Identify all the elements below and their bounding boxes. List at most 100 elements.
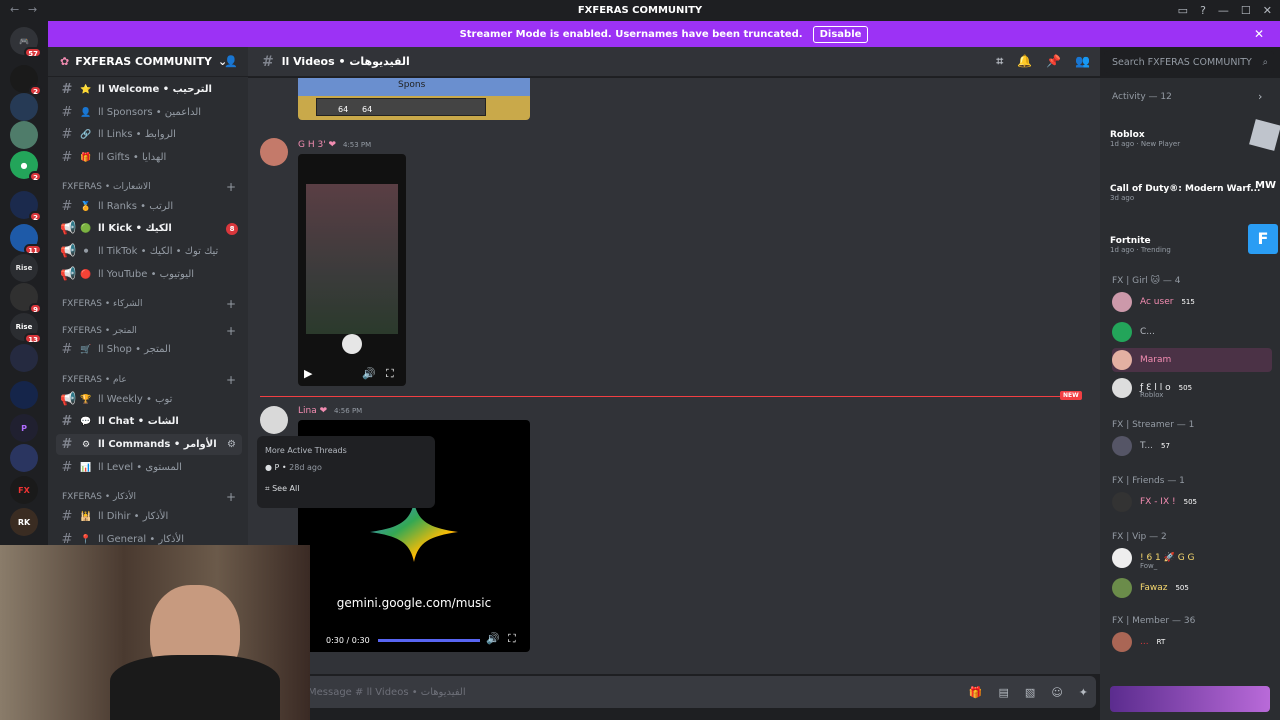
channel-level[interactable]: # 📊 ll Level • المستوى xyxy=(56,457,242,478)
activity-card[interactable]: Roblox 1d ago · New Player xyxy=(1110,118,1280,162)
channel-commands[interactable]: # ⚙ ll Commands • الأوامر ⚙ xyxy=(56,434,242,455)
server-icon[interactable] xyxy=(10,121,38,149)
member-item-highlighted[interactable] xyxy=(1110,686,1270,712)
server-icon[interactable]: 2 xyxy=(10,65,42,96)
channel-chat[interactable]: # 💬 ll Chat • الشات xyxy=(56,411,242,432)
settings-gear-icon[interactable]: ⚙ xyxy=(227,439,236,450)
server-name: FXFERAS COMMUNITY xyxy=(75,55,212,68)
game-screenshot-embed[interactable]: Spons 64 64 xyxy=(298,78,530,120)
channel-sponsors[interactable]: # 👤 ll Sponsors • الداعمين xyxy=(56,102,242,123)
server-icon[interactable]: 11 xyxy=(10,224,42,255)
channel-label: ll Links • الروابط xyxy=(98,129,176,140)
member-item[interactable]: FX - IX ! 505 xyxy=(1112,490,1272,514)
fullscreen-icon[interactable]: ⛶ xyxy=(508,632,516,646)
help-icon[interactable]: ? xyxy=(1200,4,1206,17)
video-progress-bar[interactable] xyxy=(378,639,480,642)
member-item[interactable]: Ac user 515 xyxy=(1112,290,1272,314)
record-button[interactable] xyxy=(342,334,362,354)
hash-icon: # xyxy=(61,82,73,97)
video-player[interactable]: ▶ 🔊 ⛶ xyxy=(298,154,406,386)
emoji-icon[interactable]: ☺ xyxy=(1051,686,1062,699)
server-icon[interactable]: RK xyxy=(10,508,38,536)
channel-youtube[interactable]: 📢 🔴 ll YouTube • اليوتيوب xyxy=(56,264,242,285)
member-status: Roblox xyxy=(1140,391,1164,399)
inbox-icon[interactable]: ▭ xyxy=(1178,4,1188,17)
server-icon[interactable]: 2 xyxy=(10,191,42,222)
member-tag: 505 xyxy=(1183,498,1197,506)
add-channel-icon[interactable]: + xyxy=(226,490,236,504)
activity-tag: New Player xyxy=(1140,140,1181,148)
server-icon[interactable] xyxy=(10,444,38,472)
member-item[interactable]: ... RT xyxy=(1112,630,1272,654)
member-item[interactable]: T... 57 xyxy=(1112,434,1272,458)
channel-gifts[interactable]: # 🎁 ll Gifts • الهدايا xyxy=(56,147,242,168)
message-composer[interactable]: Message # ll Videos • الفيديوهات 🎁 ▤ ▧ ☺… xyxy=(298,676,1096,708)
channel-tiktok[interactable]: 📢 ⚫ ll TikTok • تيك توك • الكيك xyxy=(56,241,242,262)
forward-arrow-icon[interactable]: → xyxy=(28,3,37,16)
server-icon[interactable]: ● 2 xyxy=(10,151,42,182)
channel-links[interactable]: # 🔗 ll Links • الروابط xyxy=(56,124,242,145)
avatar[interactable] xyxy=(260,406,288,434)
activity-card[interactable]: Fortnite 1d ago · Trending F xyxy=(1110,224,1278,268)
back-arrow-icon[interactable]: ← xyxy=(10,3,19,16)
member-list-icon[interactable]: 👥 xyxy=(1075,54,1090,69)
server-icon[interactable]: P xyxy=(10,414,38,442)
channel-weekly[interactable]: 📢 🏆 ll Weekly • توب xyxy=(56,389,242,410)
chevron-right-icon[interactable]: › xyxy=(1258,90,1262,103)
server-icon[interactable]: Rise xyxy=(10,254,38,282)
close-window-icon[interactable]: ✕ xyxy=(1263,4,1272,17)
maximize-icon[interactable]: ☐ xyxy=(1241,4,1251,17)
see-all-link[interactable]: ⌗ See All xyxy=(265,484,427,494)
volume-icon[interactable]: 🔊 xyxy=(362,367,376,380)
activity-card[interactable]: Call of Duty®: Modern Warf... 3d ago MW xyxy=(1110,172,1276,216)
gift-icon[interactable]: 🎁 xyxy=(969,686,983,699)
server-icon[interactable] xyxy=(10,344,38,372)
member-item[interactable]: Maram xyxy=(1112,348,1272,372)
add-channel-icon[interactable]: + xyxy=(226,180,236,194)
server-header[interactable]: ✿ FXFERAS COMMUNITY ⌄ 👤 xyxy=(48,47,248,77)
channel-label: ll Sponsors • الداعمين xyxy=(98,107,202,118)
category-adhkar[interactable]: FXFERAS • الأذكار + xyxy=(62,489,242,505)
add-member-icon[interactable]: 👤 xyxy=(224,55,238,68)
member-item[interactable]: ƒ Ɛ l l o 505 xyxy=(1112,376,1272,400)
thread-item[interactable]: ● P • 28d ago xyxy=(265,463,427,472)
add-channel-icon[interactable]: + xyxy=(226,297,236,311)
channel-shop[interactable]: # 🛒 ll Shop • المتجر xyxy=(56,339,242,360)
server-icon[interactable]: FX xyxy=(10,476,38,504)
category-store[interactable]: FXFERAS • المتجر + xyxy=(62,323,242,339)
volume-icon[interactable]: 🔊 xyxy=(486,632,500,645)
banner-close-icon[interactable]: ✕ xyxy=(1254,27,1264,41)
channel-dihir[interactable]: # 🕌 ll Dihir • الأذكار xyxy=(56,506,242,527)
author-name[interactable]: G H 3' xyxy=(298,140,326,150)
threads-icon[interactable]: ⌗ xyxy=(996,54,1003,69)
search-input[interactable]: Search FXFERAS COMMUNITY ⌕ xyxy=(1104,51,1274,73)
category-notifications[interactable]: FXFERAS • الاشعارات + xyxy=(62,179,242,195)
server-icon[interactable] xyxy=(10,93,38,121)
discord-home-icon[interactable]: 🎮 57 xyxy=(10,27,42,58)
server-icon[interactable] xyxy=(10,381,38,409)
channel-ranks[interactable]: # 🏅 ll Ranks • الرتب xyxy=(56,196,242,217)
play-icon[interactable]: ▶ xyxy=(304,367,312,380)
category-partners[interactable]: FXFERAS • الشركاء + xyxy=(62,296,242,312)
disable-button[interactable]: Disable xyxy=(812,25,869,43)
sticker-icon[interactable]: ▧ xyxy=(1025,686,1035,699)
category-general[interactable]: FXFERAS • عام + xyxy=(62,372,242,388)
member-item[interactable]: C... xyxy=(1112,320,1272,344)
minimize-icon[interactable]: — xyxy=(1218,4,1229,17)
add-channel-icon[interactable]: + xyxy=(226,324,236,338)
fullscreen-icon[interactable]: ⛶ xyxy=(386,367,394,381)
server-icon[interactable]: 9 xyxy=(10,283,42,314)
notification-bell-icon[interactable]: 🔔 xyxy=(1017,54,1032,69)
author-name[interactable]: Lina xyxy=(298,406,317,416)
server-icon[interactable]: Rise 13 xyxy=(10,313,42,344)
pin-icon[interactable]: 📌 xyxy=(1046,54,1061,69)
apps-icon[interactable]: ✦ xyxy=(1079,686,1088,699)
member-item[interactable]: ! 6 1 🚀 G G xyxy=(1112,546,1272,570)
avatar[interactable] xyxy=(260,138,288,166)
add-channel-icon[interactable]: + xyxy=(226,373,236,387)
avatar xyxy=(1112,548,1132,568)
member-item[interactable]: Fawaz 505 xyxy=(1112,576,1272,600)
gif-icon[interactable]: ▤ xyxy=(999,686,1009,699)
channel-kick[interactable]: 📢 🟢 ll Kick • الكيك 8 xyxy=(56,218,242,239)
channel-welcome[interactable]: # ⭐ ll Welcome • الترحيب xyxy=(56,79,242,100)
